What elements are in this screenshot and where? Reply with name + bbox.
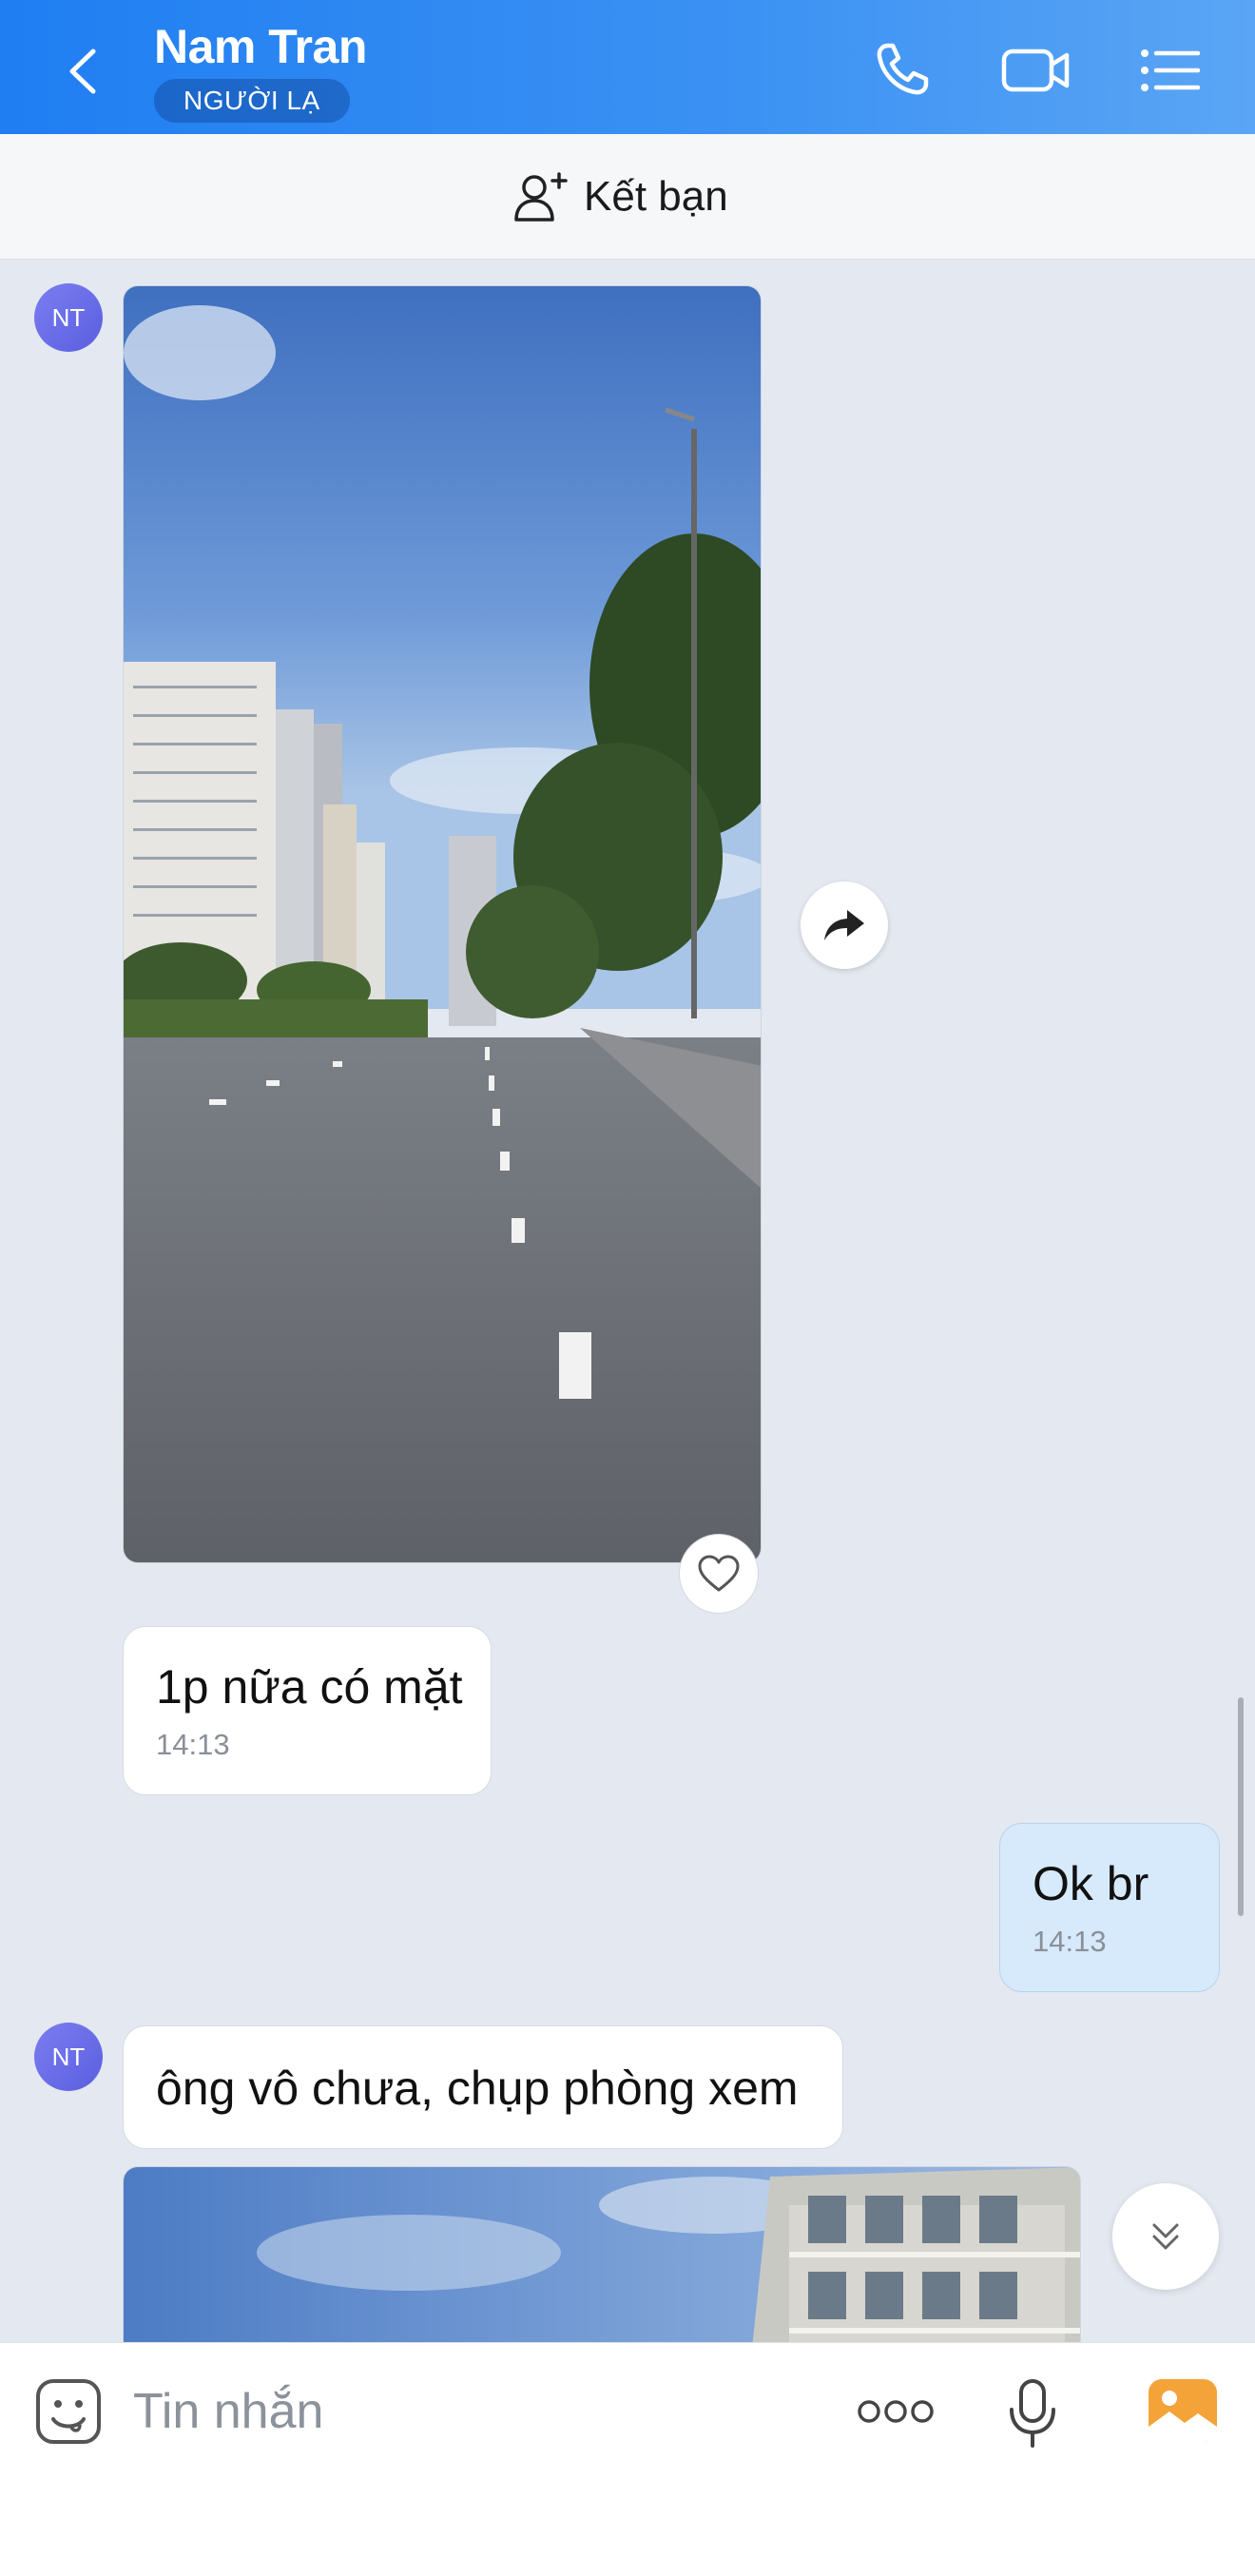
message-text: 1p nữa có mặt xyxy=(156,1660,463,1714)
back-icon xyxy=(69,48,96,94)
message-bubble[interactable]: ông vô chưa, chụp phòng xem xyxy=(123,2025,843,2149)
chat-header: Nam Tran NGƯỜI LẠ xyxy=(0,0,1255,134)
menu-list-icon xyxy=(1141,49,1201,91)
voice-button[interactable] xyxy=(1006,2377,1059,2450)
video-call-icon xyxy=(1001,48,1070,92)
gallery-button[interactable] xyxy=(1147,2377,1219,2444)
message-bubble[interactable]: 1p nữa có mặt 14:13 xyxy=(123,1626,492,1795)
my-message-bubble[interactable]: Ok br 14:13 xyxy=(999,1823,1220,1992)
message-input[interactable] xyxy=(133,2373,799,2450)
call-button[interactable] xyxy=(869,36,936,103)
mic-icon xyxy=(1010,2379,1055,2448)
message-time: 14:13 xyxy=(1033,1925,1107,1958)
avatar[interactable]: NT xyxy=(34,2023,103,2091)
stranger-badge: NGƯỜI LẠ xyxy=(154,79,350,123)
image-message[interactable] xyxy=(123,2166,1081,2356)
add-friend-button[interactable]: Kết bạn xyxy=(513,170,728,223)
more-icon xyxy=(858,2400,934,2423)
sticker-icon xyxy=(36,2379,101,2444)
more-button[interactable] xyxy=(856,2391,936,2432)
add-friend-icon xyxy=(514,172,568,222)
gallery-icon xyxy=(1149,2379,1217,2442)
sticker-button[interactable] xyxy=(34,2377,103,2446)
add-friend-bar: Kết bạn xyxy=(0,134,1255,260)
forward-icon xyxy=(824,910,864,940)
building-photo xyxy=(124,2167,1080,2356)
like-button[interactable] xyxy=(679,1534,759,1614)
menu-button[interactable] xyxy=(1137,36,1204,103)
message-text: ông vô chưa, chụp phòng xem xyxy=(156,2062,799,2115)
scroll-to-bottom-button[interactable] xyxy=(1112,2183,1219,2290)
message-time: 14:13 xyxy=(156,1728,230,1761)
add-friend-label: Kết bạn xyxy=(584,173,728,220)
double-chevron-down-icon xyxy=(1152,2223,1179,2250)
video-call-button[interactable] xyxy=(1000,36,1072,103)
message-text: Ok br xyxy=(1033,1857,1149,1910)
message-composer xyxy=(0,2342,1255,2576)
scrollbar[interactable] xyxy=(1238,1697,1244,1916)
back-button[interactable] xyxy=(57,38,110,105)
phone-icon xyxy=(877,43,929,95)
contact-name[interactable]: Nam Tran xyxy=(154,19,367,74)
avatar[interactable]: NT xyxy=(34,283,103,352)
share-button[interactable] xyxy=(801,881,888,969)
image-message[interactable] xyxy=(123,285,762,1563)
heart-icon xyxy=(698,1555,740,1592)
street-photo xyxy=(124,286,761,1562)
